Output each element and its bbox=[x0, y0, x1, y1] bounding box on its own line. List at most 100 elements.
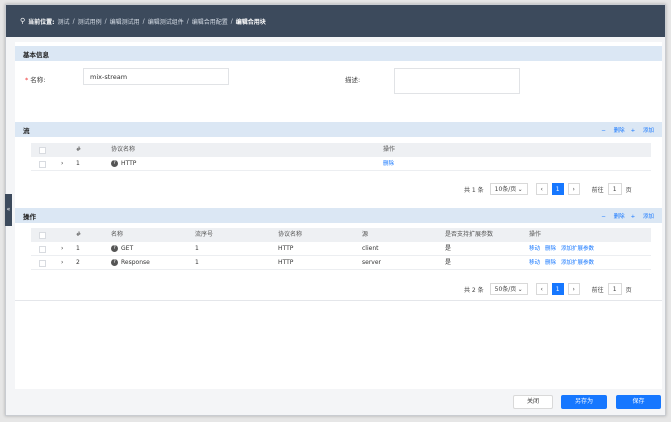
breadcrumb-item[interactable]: 编辑测试组件 bbox=[148, 17, 184, 26]
breadcrumb-item[interactable]: 编辑测试用 bbox=[110, 17, 140, 26]
column-header: 是否支持扩展参数 bbox=[445, 231, 494, 238]
desc-label: 描述: bbox=[345, 76, 361, 84]
breadcrumb-label: 当前位置: bbox=[28, 18, 55, 26]
row-source: client bbox=[362, 245, 379, 252]
column-header: # bbox=[76, 231, 82, 238]
question-icon[interactable]: ? bbox=[111, 160, 118, 167]
column-header: 操作 bbox=[529, 231, 542, 238]
breadcrumb-item[interactable]: 编辑合用配置 bbox=[192, 17, 228, 26]
next-page-button[interactable]: › bbox=[567, 283, 580, 295]
breadcrumb-item[interactable]: 测试用例 bbox=[78, 17, 102, 26]
row-ext: 是 bbox=[445, 259, 452, 266]
row-index: 2 bbox=[76, 259, 80, 266]
section-title: 基本信息 bbox=[23, 50, 49, 59]
row-add-ext-link[interactable]: 添加扩展参数 bbox=[561, 256, 594, 270]
row-checkbox[interactable] bbox=[39, 259, 46, 267]
basic-form-row: * 名称: mix-stream 描述: bbox=[15, 68, 662, 94]
row-name: ? Response bbox=[111, 256, 150, 270]
flow-table: # 协议名称 操作 › 1 ? HTTP 删除 bbox=[31, 143, 651, 171]
desc-textarea[interactable] bbox=[394, 68, 520, 94]
pager-total: 共 1 条 bbox=[464, 186, 484, 194]
column-header: 协议名称 bbox=[111, 146, 136, 153]
goto-label: 前往 bbox=[591, 286, 604, 294]
page-size-select[interactable]: 10条/页 ⌄ bbox=[489, 183, 528, 195]
row-name: ? GET bbox=[111, 242, 133, 256]
ops-table: # 名称 流序号 协议名称 源 是否支持扩展参数 操作 › 1 ? GET 1 H… bbox=[31, 228, 651, 270]
column-header: 流序号 bbox=[195, 231, 214, 238]
save-as-button[interactable]: 另存为 bbox=[561, 395, 607, 409]
breadcrumb-current: 编辑合用块 bbox=[235, 18, 266, 26]
expand-chevron-icon[interactable]: › bbox=[61, 242, 63, 256]
ops-pagination: 共 2 条 50条/页 ⌄ ‹ 1 › 前往 1 页 bbox=[464, 283, 632, 295]
name-input[interactable]: mix-stream bbox=[83, 68, 229, 85]
select-all-checkbox[interactable] bbox=[39, 146, 46, 154]
column-header: 源 bbox=[362, 231, 369, 238]
row-ext: 是 bbox=[445, 245, 452, 252]
expand-chevron-icon[interactable]: › bbox=[61, 256, 63, 270]
goto-page-input[interactable]: 1 bbox=[607, 183, 622, 195]
breadcrumb-bar: ⚲ 当前位置: 测试 / 测试用例 / 编辑测试用 / 编辑测试组件 / 编辑合用配置 /… bbox=[6, 5, 665, 37]
save-button[interactable]: 保存 bbox=[616, 395, 661, 409]
flow-pagination: 共 1 条 10条/页 ⌄ ‹ 1 › 前往 1 页 bbox=[464, 183, 632, 195]
flow-actions: − 删除 + 添加 bbox=[595, 122, 654, 137]
table-row: › 1 ? GET 1 HTTP client 是 移动 删除 添加扩展参数 bbox=[31, 242, 651, 256]
goto-suffix: 页 bbox=[625, 186, 632, 194]
section-header-flow: 流 − 删除 + 添加 bbox=[15, 122, 662, 137]
flow-delete-button[interactable]: − 删除 bbox=[601, 126, 624, 134]
row-index: 1 bbox=[76, 160, 80, 167]
table-row: › 1 ? HTTP 删除 bbox=[31, 157, 651, 171]
row-checkbox[interactable] bbox=[39, 245, 46, 253]
main-content: 基本信息 * 名称: mix-stream 描述: 流 − 删除 + 添加 # … bbox=[15, 42, 662, 389]
row-delete-link[interactable]: 删除 bbox=[545, 256, 556, 270]
row-index: 1 bbox=[76, 245, 80, 252]
row-move-link[interactable]: 移动 bbox=[529, 256, 540, 270]
name-label: * 名称: bbox=[25, 76, 46, 84]
expand-chevron-icon[interactable]: › bbox=[61, 157, 63, 171]
column-header: 名称 bbox=[111, 231, 124, 238]
pager-total: 共 2 条 bbox=[464, 286, 484, 294]
row-delete-link[interactable]: 删除 bbox=[383, 157, 394, 171]
row-checkbox[interactable] bbox=[39, 160, 46, 168]
row-protocol: HTTP bbox=[278, 259, 294, 266]
page-number-button[interactable]: 1 bbox=[551, 283, 564, 295]
row-flow-no: 1 bbox=[195, 245, 199, 252]
chevron-down-icon: ⌄ bbox=[517, 286, 523, 293]
page-size-select[interactable]: 50条/页 ⌄ bbox=[489, 283, 528, 295]
question-icon[interactable]: ? bbox=[111, 259, 118, 266]
next-page-button[interactable]: › bbox=[567, 183, 580, 195]
section-title: 流 bbox=[23, 126, 30, 135]
flow-section: 流 − 删除 + 添加 # 协议名称 操作 › 1 ? HTTP 删除 共 1 … bbox=[15, 122, 662, 195]
prev-page-button[interactable]: ‹ bbox=[535, 283, 548, 295]
section-header-basic: 基本信息 bbox=[15, 46, 662, 61]
row-source: server bbox=[362, 259, 381, 266]
flow-add-button[interactable]: + 添加 bbox=[631, 126, 654, 134]
ops-add-button[interactable]: + 添加 bbox=[631, 212, 654, 220]
table-header: # 协议名称 操作 bbox=[31, 143, 651, 157]
goto-page-input[interactable]: 1 bbox=[607, 283, 622, 295]
column-header: # bbox=[76, 146, 82, 153]
section-divider bbox=[15, 300, 662, 301]
location-pin-icon: ⚲ bbox=[20, 17, 26, 25]
goto-label: 前往 bbox=[591, 186, 604, 194]
row-add-ext-link[interactable]: 添加扩展参数 bbox=[561, 242, 594, 256]
ops-section: 操作 − 删除 + 添加 # 名称 流序号 协议名称 源 是否支持扩展参数 操作 bbox=[15, 208, 662, 301]
section-header-ops: 操作 − 删除 + 添加 bbox=[15, 208, 662, 223]
prev-page-button[interactable]: ‹ bbox=[535, 183, 548, 195]
row-protocol: HTTP bbox=[278, 245, 294, 252]
ops-actions: − 删除 + 添加 bbox=[595, 208, 654, 223]
row-move-link[interactable]: 移动 bbox=[529, 242, 540, 256]
row-delete-link[interactable]: 删除 bbox=[545, 242, 556, 256]
collapse-sidebar-icon[interactable]: « bbox=[5, 194, 12, 226]
ops-delete-button[interactable]: − 删除 bbox=[601, 212, 624, 220]
row-flow-no: 1 bbox=[195, 259, 199, 266]
breadcrumb-item[interactable]: 测试 bbox=[58, 17, 70, 26]
page-number-button[interactable]: 1 bbox=[551, 183, 564, 195]
table-header: # 名称 流序号 协议名称 源 是否支持扩展参数 操作 bbox=[31, 228, 651, 242]
chevron-down-icon: ⌄ bbox=[517, 186, 523, 193]
column-header: 协议名称 bbox=[278, 231, 303, 238]
close-button[interactable]: 关闭 bbox=[513, 395, 553, 409]
select-all-checkbox[interactable] bbox=[39, 231, 46, 239]
question-icon[interactable]: ? bbox=[111, 245, 118, 252]
goto-suffix: 页 bbox=[625, 286, 632, 294]
section-title: 操作 bbox=[23, 212, 36, 221]
